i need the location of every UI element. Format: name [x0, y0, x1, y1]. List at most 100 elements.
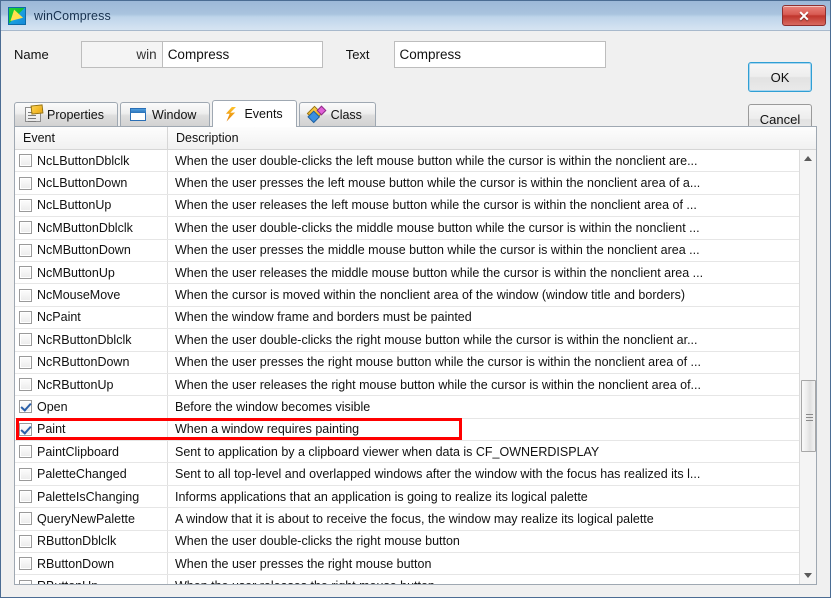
event-checkbox[interactable] [19, 400, 32, 414]
table-row[interactable]: NcRButtonDown When the user presses the r… [15, 351, 799, 374]
ok-button[interactable]: OK [748, 62, 812, 92]
table-row[interactable]: NcLButtonUp When the user releases the le… [15, 194, 799, 218]
name-label: Name [14, 46, 49, 62]
name-input[interactable]: Compress [162, 40, 323, 68]
event-checkbox[interactable] [19, 512, 32, 526]
event-name-label: NcRButtonUp [37, 377, 114, 392]
event-checkbox[interactable] [19, 579, 32, 584]
description-cell: When the user presses the right mouse bu… [175, 355, 701, 370]
event-cell: NcMButtonUp [15, 261, 168, 284]
table-row[interactable]: RButtonDblclk When the user double-clicks… [15, 530, 799, 554]
event-checkbox[interactable] [19, 266, 32, 280]
table-row[interactable]: QueryNewPalette A window that it is about… [15, 508, 799, 531]
table-row[interactable]: RButtonUp When the user releases the righ… [15, 575, 799, 584]
properties-document-icon [25, 107, 41, 122]
table-row[interactable]: NcMButtonDown When the user presses the m… [15, 239, 799, 262]
description-cell: When the user presses the left mouse but… [175, 176, 701, 191]
description-cell: When the user presses the middle mouse b… [175, 243, 700, 258]
event-name-label: Paint [37, 422, 66, 437]
table-row[interactable]: PaletteChanged Sent to all top-level and … [15, 463, 799, 486]
field-row: Name win Compress Text Compress [1, 40, 830, 68]
event-checkbox[interactable] [19, 310, 32, 324]
description-cell: Informs applications that an application… [175, 489, 588, 504]
event-cell: NcRButtonDblclk [15, 329, 168, 351]
table-row[interactable]: NcMButtonDblclk When the user double-clic… [15, 217, 799, 240]
event-checkbox[interactable] [19, 445, 32, 459]
table-row[interactable]: NcMouseMove When the cursor is moved with… [15, 284, 799, 307]
event-cell: PaletteIsChanging [15, 485, 168, 508]
text-input[interactable]: Compress [393, 40, 606, 68]
event-checkbox[interactable] [19, 243, 32, 257]
event-cell: Paint [15, 418, 168, 441]
tab-window[interactable]: Window [119, 102, 211, 126]
event-checkbox[interactable] [19, 333, 32, 347]
description-cell: When the user releases the right mouse b… [175, 377, 701, 392]
event-checkbox[interactable] [19, 557, 32, 571]
scroll-down-button[interactable] [800, 567, 816, 584]
table-row[interactable]: RButtonDown When the user presses the rig… [15, 553, 799, 576]
event-name-label: RButtonUp [37, 579, 98, 584]
event-checkbox[interactable] [19, 355, 32, 369]
event-cell: RButtonDblclk [15, 530, 168, 553]
table-row[interactable]: PaletteIsChanging Informs applications th… [15, 485, 799, 509]
event-cell: RButtonUp [15, 575, 168, 584]
tab-properties[interactable]: Properties [14, 102, 118, 126]
window-frame-icon [129, 108, 146, 121]
event-cell: NcLButtonDblclk [15, 150, 168, 172]
tab-class-label: Class [330, 107, 362, 122]
description-cell: When the user presses the right mouse bu… [175, 556, 432, 571]
event-checkbox[interactable] [19, 490, 32, 504]
event-checkbox[interactable] [19, 467, 32, 481]
scrollbar-track[interactable] [800, 167, 816, 567]
description-cell: Sent to application by a clipboard viewe… [175, 444, 600, 459]
column-header-event[interactable]: Event [15, 127, 168, 149]
event-name-label: QueryNewPalette [37, 511, 135, 526]
table-row[interactable]: NcLButtonDblclk When the user double-clic… [15, 150, 799, 173]
event-checkbox[interactable] [19, 288, 32, 302]
event-name-label: NcRButtonDblclk [37, 332, 132, 347]
table-row[interactable]: NcMButtonUp When the user releases the mi… [15, 261, 799, 285]
close-button[interactable]: ✕ [782, 5, 826, 26]
event-checkbox[interactable] [19, 378, 32, 392]
scroll-up-button[interactable] [800, 150, 816, 167]
column-header-description[interactable]: Description [168, 127, 816, 149]
description-cell: When the user releases the middle mouse … [175, 265, 704, 280]
event-checkbox[interactable] [19, 534, 32, 548]
event-cell: NcLButtonDown [15, 172, 168, 194]
chevron-up-icon [804, 156, 812, 161]
event-cell: NcMouseMove [15, 284, 168, 306]
tab-events[interactable]: Events [212, 100, 297, 127]
event-cell: Open [15, 396, 168, 418]
event-checkbox[interactable] [19, 154, 32, 168]
tab-window-label: Window [151, 107, 197, 122]
event-checkbox[interactable] [19, 176, 32, 190]
event-cell: NcRButtonUp [15, 373, 168, 396]
table-row[interactable]: Paint When a window requires painting [15, 418, 799, 442]
event-name-label: PaletteIsChanging [37, 489, 140, 504]
event-checkbox[interactable] [19, 221, 32, 235]
event-checkbox[interactable] [19, 422, 32, 436]
event-name-label: NcPaint [37, 310, 81, 325]
form-area: Name win Compress Text Compress OK Cance… [1, 31, 830, 134]
table-row[interactable]: PaintClipboard Sent to application by a c… [15, 441, 799, 464]
tab-properties-label: Properties [47, 107, 104, 122]
table-row[interactable]: NcRButtonDblclk When the user double-clic… [15, 329, 799, 352]
table-row[interactable]: NcPaint When the window frame and borders… [15, 306, 799, 330]
scrollbar-thumb[interactable] [801, 380, 816, 452]
table-row[interactable]: NcRButtonUp When the user releases the ri… [15, 373, 799, 397]
tab-strip: Properties Window Events Class [14, 100, 830, 127]
table-row[interactable]: Open Before the window becomes visible [15, 396, 799, 419]
tab-class[interactable]: Class [298, 102, 376, 126]
event-cell: NcMButtonDown [15, 239, 168, 261]
event-name-label: NcLButtonDblclk [37, 153, 130, 168]
name-prefix-field[interactable]: win [80, 40, 163, 68]
app-window-cursor-icon [8, 6, 26, 25]
event-name-label: Open [37, 399, 68, 414]
vertical-scrollbar[interactable] [799, 150, 816, 584]
table-row[interactable]: NcLButtonDown When the user presses the l… [15, 172, 799, 195]
event-name-label: NcRButtonDown [37, 355, 130, 370]
grid-rows: NcLButtonDblclk When the user double-clic… [15, 150, 799, 584]
event-name-label: RButtonDblclk [37, 534, 117, 549]
event-checkbox[interactable] [19, 198, 32, 212]
description-cell: Before the window becomes visible [175, 399, 371, 414]
